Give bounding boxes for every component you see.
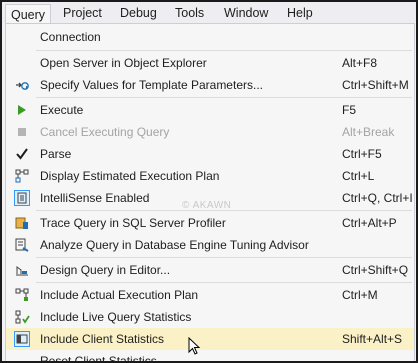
menu-debug[interactable]: Debug <box>120 5 157 21</box>
menu-item-reset-client-stats[interactable]: Reset Client Statistics <box>6 350 414 363</box>
app-frame: Query Project Debug Tools Window Help Co… <box>0 0 418 363</box>
shortcut-label: Ctrl+Shift+Q <box>342 263 409 277</box>
menu-item-label: Specify Values for Template Parameters..… <box>40 78 263 92</box>
shortcut-label: Ctrl+F5 <box>342 147 382 161</box>
execution-plan-icon <box>14 168 30 184</box>
menu-bar: Query Project Debug Tools Window Help <box>2 2 416 25</box>
menu-separator <box>36 282 412 283</box>
menu-item-include-client-stats[interactable]: Include Client Statistics Shift+Alt+S <box>6 328 414 350</box>
menu-item-label: Trace Query in SQL Server Profiler <box>40 216 226 230</box>
menu-separator <box>36 50 412 51</box>
shortcut-label: Ctrl+M <box>342 288 378 302</box>
shortcut-label: Ctrl+Shift+M <box>342 78 409 92</box>
client-statistics-icon <box>14 331 30 347</box>
menu-item-cancel-executing-query[interactable]: Cancel Executing Query Alt+Break <box>6 121 414 143</box>
menu-item-analyze-query[interactable]: Analyze Query in Database Engine Tuning … <box>6 234 414 256</box>
play-icon <box>14 102 30 118</box>
tuning-advisor-icon <box>14 237 30 253</box>
menu-item-open-server[interactable]: Open Server in Object Explorer Alt+F8 <box>6 52 414 74</box>
shortcut-label: Ctrl+L <box>342 169 375 183</box>
checkmark-icon <box>14 146 30 162</box>
menu-item-label: IntelliSense Enabled <box>40 191 150 205</box>
shortcut-label: Alt+F8 <box>342 56 378 70</box>
menu-item-display-estimated-plan[interactable]: Display Estimated Execution Plan Ctrl+L <box>6 165 414 187</box>
menu-item-connection[interactable]: Connection <box>6 26 414 48</box>
profiler-icon <box>14 215 30 231</box>
menu-separator <box>36 210 412 211</box>
stop-icon <box>14 124 30 140</box>
menu-item-label: Include Live Query Statistics <box>40 310 192 324</box>
menu-separator <box>36 257 412 258</box>
query-dropdown-menu: Connection Open Server in Object Explore… <box>5 23 415 363</box>
shortcut-label: F5 <box>342 103 357 117</box>
menu-project[interactable]: Project <box>63 5 102 21</box>
shortcut-label: Ctrl+Q, Ctrl+I <box>342 191 413 205</box>
menu-item-label: Include Actual Execution Plan <box>40 288 199 302</box>
actual-plan-icon <box>14 287 30 303</box>
menu-item-design-query[interactable]: Design Query in Editor... Ctrl+Shift+Q <box>6 259 414 281</box>
menu-item-label: Execute <box>40 103 84 117</box>
menu-query[interactable]: Query <box>5 4 52 25</box>
intellisense-icon <box>14 190 30 206</box>
menu-item-parse[interactable]: Parse Ctrl+F5 <box>6 143 414 165</box>
menu-item-include-live-stats[interactable]: Include Live Query Statistics <box>6 306 414 328</box>
menu-item-label: Connection <box>40 30 101 44</box>
menu-item-trace-query[interactable]: Trace Query in SQL Server Profiler Ctrl+… <box>6 212 414 234</box>
live-statistics-icon <box>14 309 30 325</box>
shortcut-label: Alt+Break <box>342 125 395 139</box>
menu-item-label: Open Server in Object Explorer <box>40 56 207 70</box>
menu-item-label: Analyze Query in Database Engine Tuning … <box>40 238 309 252</box>
template-parameters-icon <box>14 77 30 93</box>
menu-item-execute[interactable]: Execute F5 <box>6 99 414 121</box>
menu-item-label: Reset Client Statistics <box>40 354 157 363</box>
menu-item-specify-values[interactable]: Specify Values for Template Parameters..… <box>6 74 414 96</box>
menu-item-label: Parse <box>40 147 72 161</box>
mouse-cursor-icon <box>188 336 202 360</box>
shortcut-label: Shift+Alt+S <box>342 332 403 346</box>
menu-window[interactable]: Window <box>224 5 268 21</box>
menu-item-label: Include Client Statistics <box>40 332 165 346</box>
menu-help[interactable]: Help <box>287 5 313 21</box>
design-query-icon <box>14 262 30 278</box>
menu-item-label: Cancel Executing Query <box>40 125 170 139</box>
shortcut-label: Ctrl+Alt+P <box>342 216 397 230</box>
menu-separator <box>36 97 412 98</box>
menu-item-label: Display Estimated Execution Plan <box>40 169 220 183</box>
menu-item-label: Design Query in Editor... <box>40 263 171 277</box>
menu-tools[interactable]: Tools <box>175 5 204 21</box>
menu-item-include-actual-plan[interactable]: Include Actual Execution Plan Ctrl+M <box>6 284 414 306</box>
